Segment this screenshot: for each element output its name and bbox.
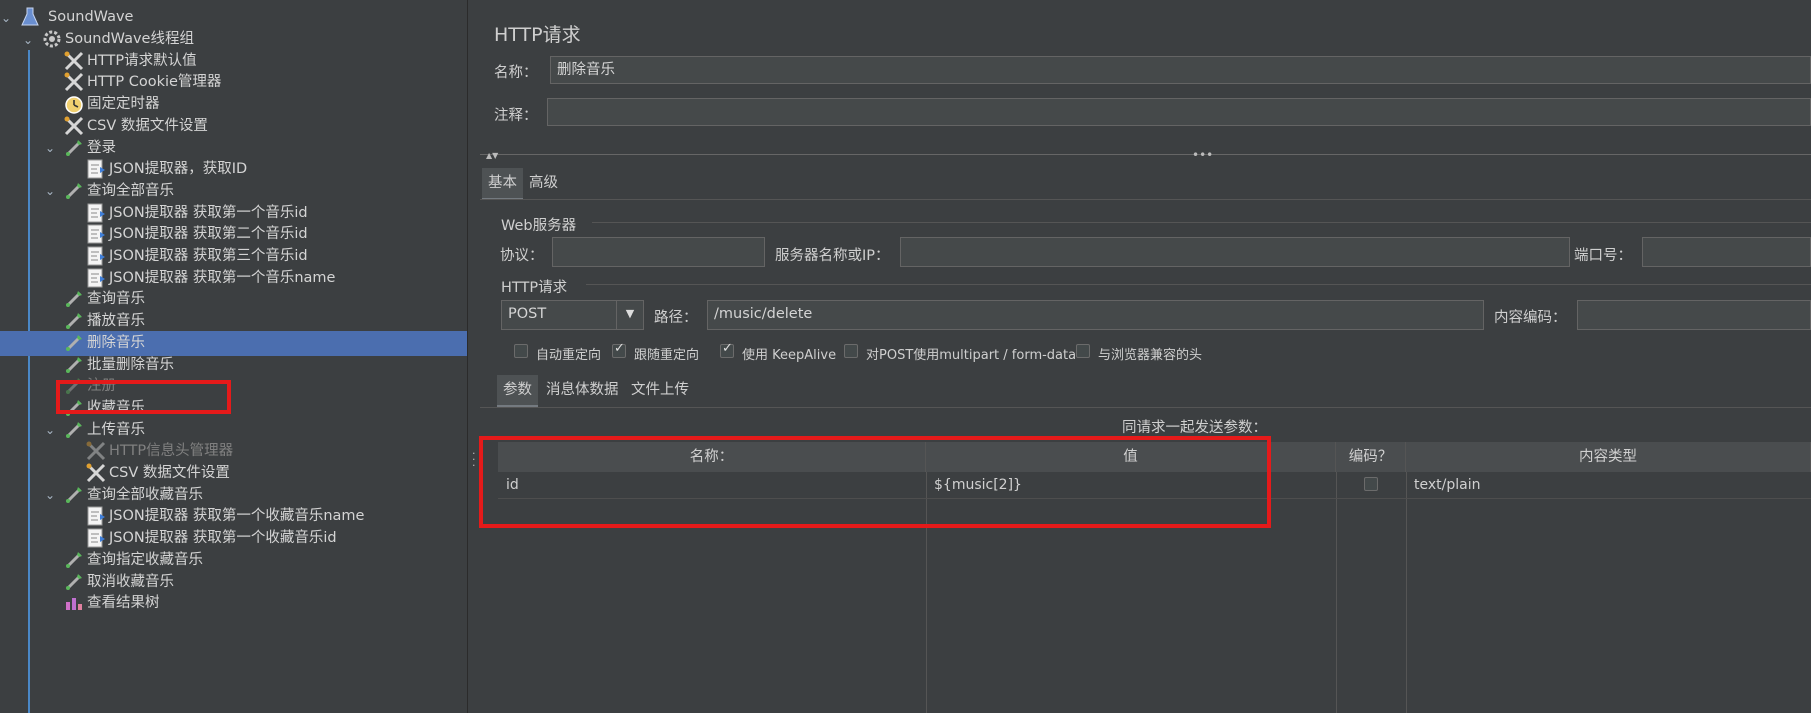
sampler-icon bbox=[62, 570, 86, 594]
flask-icon bbox=[18, 5, 42, 29]
extractor-icon bbox=[84, 157, 108, 181]
option-label[interactable]: 使用 KeepAlive bbox=[742, 344, 836, 363]
tab-body-data[interactable]: 消息体数据 bbox=[540, 375, 625, 405]
params-caption: 同请求一起发送参数： bbox=[1122, 420, 1267, 436]
wrench-icon bbox=[62, 70, 86, 94]
wrench-icon bbox=[84, 461, 108, 485]
protocol-label: 协议： bbox=[500, 248, 544, 264]
tree-node-label: 查看结果树 bbox=[87, 595, 160, 612]
method-value: POST bbox=[508, 306, 547, 322]
dropdown-arrow-icon[interactable]: ▼ bbox=[616, 301, 643, 329]
path-field[interactable]: /music/delete bbox=[707, 300, 1484, 330]
option-checkbox[interactable] bbox=[720, 341, 734, 358]
name-label: 名称： bbox=[494, 65, 538, 81]
option-label[interactable]: 对POST使用multipart / form-data bbox=[866, 344, 1076, 363]
protocol-field[interactable] bbox=[552, 237, 765, 267]
sampler-icon bbox=[62, 287, 86, 311]
test-plan-tree[interactable]: ⌄ SoundWave ⌄ SoundWave线程组 HTTP请求默认值 HTTP C… bbox=[0, 0, 467, 713]
param-content-type-cell[interactable]: text/plain bbox=[1406, 472, 1811, 498]
option-label[interactable]: 跟随重定向 bbox=[634, 344, 699, 363]
extractor-icon bbox=[84, 201, 108, 225]
gear-icon bbox=[40, 27, 64, 51]
tab-underline bbox=[480, 199, 1811, 200]
highlight-box-selected-node bbox=[56, 380, 231, 414]
comment-field[interactable] bbox=[547, 98, 1811, 126]
tab-parameters[interactable]: 参数 bbox=[497, 375, 538, 407]
tab-file-upload[interactable]: 文件上传 bbox=[625, 375, 695, 405]
server-field[interactable] bbox=[900, 237, 1570, 267]
param-encode-checkbox[interactable] bbox=[1364, 477, 1378, 491]
comment-label: 注释： bbox=[494, 108, 538, 124]
extractor-icon bbox=[84, 244, 108, 268]
column-divider bbox=[1336, 472, 1337, 713]
option-checkbox[interactable] bbox=[1076, 344, 1090, 358]
tree-node[interactable]: 查看结果树 bbox=[0, 591, 467, 616]
option-label[interactable]: 与浏览器兼容的头 bbox=[1098, 344, 1202, 363]
sampler-icon bbox=[62, 483, 86, 507]
sampler-icon bbox=[62, 136, 86, 160]
timer-icon bbox=[62, 92, 86, 116]
tab-advanced[interactable]: 高级 bbox=[523, 168, 564, 198]
sub-tab-underline bbox=[480, 407, 1811, 408]
column-divider bbox=[1406, 472, 1407, 713]
option-checkbox[interactable] bbox=[844, 344, 858, 358]
wrench-icon bbox=[62, 49, 86, 73]
panel-title: HTTP请求 bbox=[494, 24, 581, 46]
server-label: 服务器名称或IP： bbox=[775, 248, 890, 264]
extractor-icon bbox=[84, 266, 108, 290]
port-field[interactable] bbox=[1642, 237, 1811, 267]
http-request-section-title: HTTP请求 bbox=[501, 280, 568, 296]
http-request-panel: HTTP请求 名称： 删除音乐 注释： ▲▼ ••• 基本 高级 Web服务器 … bbox=[479, 0, 1811, 713]
extractor-icon bbox=[84, 222, 108, 246]
sampler-icon bbox=[62, 548, 86, 572]
sampler-icon bbox=[62, 331, 86, 355]
http-request-section-line bbox=[586, 284, 1811, 285]
collapse-divider[interactable] bbox=[480, 154, 1811, 155]
encoding-label-visible: 内容编码： bbox=[1494, 310, 1567, 326]
wrench-icon bbox=[84, 439, 108, 463]
more-dots-icon[interactable]: ••• bbox=[1192, 148, 1213, 162]
option-checkbox[interactable] bbox=[612, 341, 626, 358]
option-checkbox[interactable] bbox=[514, 344, 528, 358]
sampler-icon bbox=[62, 179, 86, 203]
column-header-encode[interactable]: 编码？ bbox=[1336, 442, 1406, 472]
extractor-icon bbox=[84, 504, 108, 528]
sampler-icon bbox=[62, 309, 86, 333]
collapse-arrows-icon[interactable]: ▲▼ bbox=[486, 151, 498, 160]
name-field[interactable]: 删除音乐 bbox=[550, 56, 1811, 84]
extractor-icon bbox=[84, 526, 108, 550]
highlight-box-params-table bbox=[479, 436, 1271, 528]
sampler-icon bbox=[62, 353, 86, 377]
path-label: 路径： bbox=[654, 310, 698, 326]
web-server-section-line bbox=[592, 222, 1811, 223]
drag-handle-icon[interactable]: · · · bbox=[472, 448, 476, 471]
wrench-icon bbox=[62, 114, 86, 138]
tab-basic[interactable]: 基本 bbox=[482, 168, 523, 200]
method-select[interactable]: POST ▼ bbox=[501, 300, 644, 330]
web-server-section-title: Web服务器 bbox=[501, 218, 577, 234]
listener-icon bbox=[62, 591, 86, 615]
port-label: 端口号： bbox=[1574, 248, 1632, 264]
split-pane-divider[interactable]: · · · bbox=[467, 0, 481, 713]
sampler-icon bbox=[62, 418, 86, 442]
column-header-content-type[interactable]: 内容类型 bbox=[1406, 442, 1811, 472]
option-label[interactable]: 自动重定向 bbox=[536, 344, 601, 363]
encoding-field[interactable] bbox=[1577, 300, 1811, 330]
